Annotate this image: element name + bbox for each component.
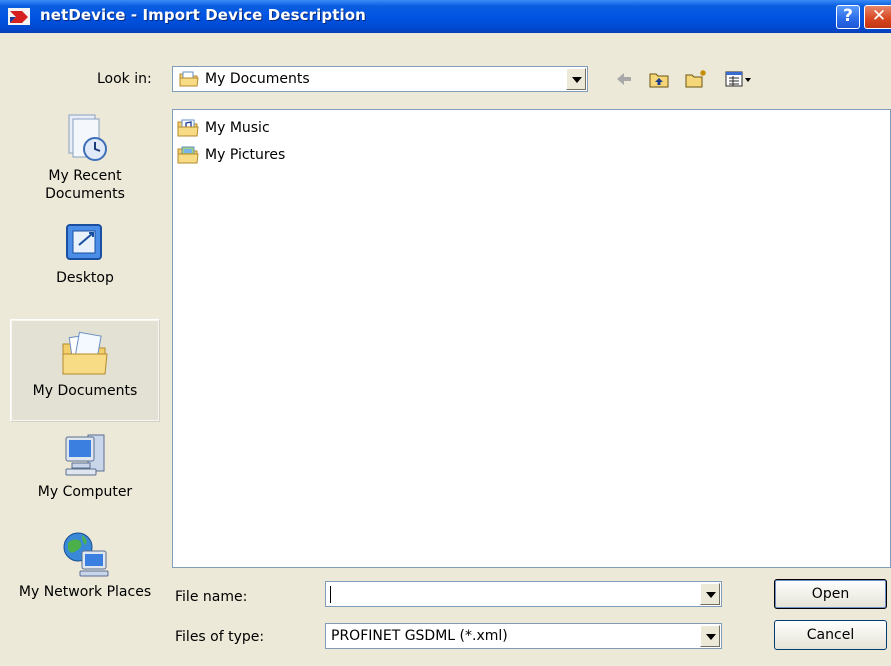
files-of-type-dropdown-button[interactable]: [700, 625, 720, 647]
look-in-label: Look in:: [97, 71, 152, 87]
up-folder-icon[interactable]: [648, 69, 670, 89]
place-label: My Computer: [37, 484, 133, 500]
my-documents-icon: [179, 71, 199, 87]
look-in-dropdown-button[interactable]: [566, 68, 586, 90]
chevron-down-icon: [706, 592, 716, 598]
cancel-button[interactable]: Cancel: [774, 620, 887, 650]
netdevice-app-icon: [8, 8, 30, 25]
file-name-combo[interactable]: [325, 581, 722, 607]
place-desktop[interactable]: Desktop: [10, 221, 160, 301]
file-name-input[interactable]: [330, 585, 690, 603]
list-item[interactable]: My Music: [177, 118, 297, 138]
place-label: My Network Places: [18, 584, 152, 600]
place-my-recent-documents[interactable]: My Recent Documents: [10, 111, 160, 215]
file-list[interactable]: My Music My Pictures: [172, 109, 891, 568]
chevron-down-icon: [572, 77, 582, 83]
place-my-computer[interactable]: My Computer: [10, 431, 160, 511]
computer-icon: [65, 434, 105, 476]
place-label: My Recent Documents: [45, 168, 125, 202]
places-bar: My Recent Documents Desktop My Documents…: [10, 105, 162, 650]
file-name: My Music: [205, 120, 270, 136]
look-in-dropdown[interactable]: My Documents: [172, 66, 588, 92]
help-button[interactable]: ?: [836, 5, 860, 29]
view-menu-icon[interactable]: [724, 69, 754, 89]
place-label: Desktop: [56, 270, 114, 286]
files-of-type-dropdown[interactable]: PROFINET GSDML (*.xml): [325, 623, 722, 649]
text-caret: [330, 586, 331, 603]
files-of-type-label: Files of type:: [175, 629, 265, 645]
list-item[interactable]: My Pictures: [177, 145, 307, 165]
file-name: My Pictures: [205, 147, 286, 163]
place-label: My Documents: [32, 383, 138, 399]
back-icon[interactable]: [614, 69, 634, 89]
window-title: netDevice - Import Device Description: [40, 6, 366, 24]
title-bar[interactable]: netDevice - Import Device Description ? …: [0, 0, 891, 33]
music-folder-icon: [177, 119, 199, 137]
desktop-icon: [66, 224, 102, 260]
close-button[interactable]: ✕: [864, 5, 891, 29]
look-in-value: My Documents: [205, 71, 310, 87]
file-name-dropdown-button[interactable]: [700, 583, 720, 605]
new-folder-icon[interactable]: [684, 69, 708, 89]
files-of-type-value: PROFINET GSDML (*.xml): [331, 628, 508, 644]
place-my-network-places[interactable]: My Network Places: [10, 529, 160, 629]
network-places-icon: [63, 532, 109, 577]
open-button[interactable]: Open: [774, 579, 887, 609]
my-documents-folder-icon: [62, 331, 108, 375]
pictures-folder-icon: [177, 146, 199, 164]
chevron-down-icon: [706, 634, 716, 640]
place-my-documents[interactable]: My Documents: [10, 319, 160, 422]
file-name-label: File name:: [175, 589, 248, 605]
recent-documents-icon: [68, 114, 107, 161]
